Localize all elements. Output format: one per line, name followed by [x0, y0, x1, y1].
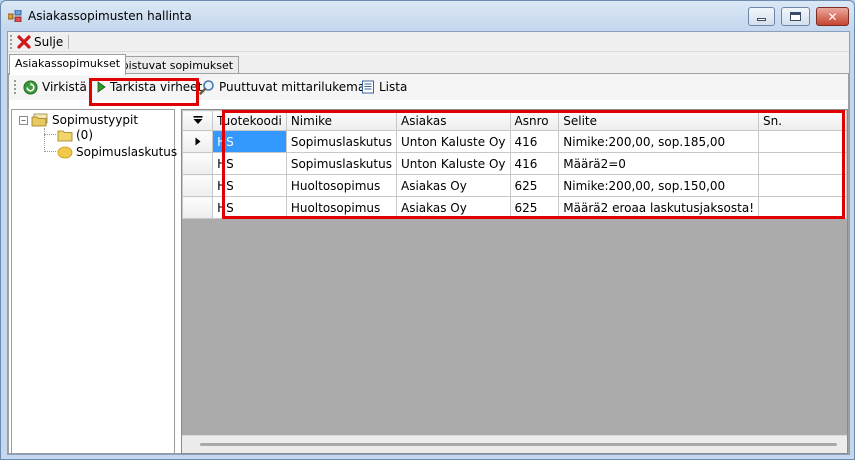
- horizontal-scrollbar[interactable]: [182, 435, 847, 453]
- tree-node-label: Sopimustyypit: [52, 113, 139, 127]
- window-close-button[interactable]: ✕: [816, 7, 849, 26]
- refresh-label: Virkistä: [42, 80, 87, 94]
- row-header[interactable]: [182, 196, 214, 219]
- tree-line: [44, 134, 56, 135]
- toolbar-separator: [68, 35, 69, 49]
- contract-type-tree[interactable]: − Sopimustyypit (0) Sopimuslaskutus (2): [11, 109, 198, 454]
- maximize-button[interactable]: [781, 7, 810, 26]
- close-icon: ✕: [827, 9, 838, 24]
- folder-stack-icon: [31, 113, 48, 127]
- toolbar-grip[interactable]: [14, 80, 17, 94]
- tree-node-empty[interactable]: (0): [57, 128, 93, 142]
- row-header[interactable]: [182, 174, 214, 197]
- current-row-arrow-icon: [195, 137, 201, 145]
- row-header[interactable]: [182, 130, 214, 153]
- close-button[interactable]: Sulje: [15, 33, 65, 51]
- red-x-icon: [17, 35, 31, 49]
- refresh-button[interactable]: Virkistä: [23, 78, 87, 96]
- tree-node-sopimuslaskutus[interactable]: Sopimuslaskutus (2): [57, 145, 198, 159]
- window-title: Asiakassopimusten hallinta: [28, 9, 192, 23]
- close-button-label: Sulje: [34, 35, 64, 49]
- refresh-icon: [23, 79, 38, 95]
- collapse-icon[interactable]: −: [19, 115, 28, 125]
- folder-icon: [57, 130, 73, 141]
- tab-page: Virkistä Tarkista virheet Puuttuvat mitt…: [8, 73, 849, 454]
- grid-corner-cell[interactable]: [182, 110, 214, 131]
- magnifier-icon: [199, 80, 214, 95]
- highlight-grid-rows: [222, 110, 845, 219]
- maximize-icon: [790, 12, 801, 21]
- filter-down-icon: [193, 115, 203, 124]
- missing-readings-button[interactable]: Puuttuvat mittarilukemat: [199, 78, 370, 96]
- minimize-icon: [757, 18, 766, 21]
- toolbar-grip[interactable]: [10, 35, 13, 49]
- coin-icon: [57, 146, 73, 158]
- list-button[interactable]: Lista: [361, 78, 407, 96]
- client-area: Sulje Asiakassopimukset Toistuvat sopimu…: [7, 31, 850, 455]
- minimize-button[interactable]: [748, 7, 775, 26]
- list-icon: [362, 80, 374, 94]
- title-bar: Asiakassopimusten hallinta ✕: [1, 1, 854, 31]
- tree-node-label: Sopimuslaskutus (2): [76, 145, 198, 159]
- tree-line: [44, 128, 45, 152]
- app-window: Asiakassopimusten hallinta ✕ Sulje Asiak…: [0, 0, 855, 460]
- scrollbar-thumb[interactable]: [200, 443, 837, 446]
- tab-toistuvat-sopimukset[interactable]: Toistuvat sopimukset: [111, 56, 240, 74]
- main-toolbar: Sulje: [8, 32, 849, 52]
- tree-node-label: (0): [76, 128, 93, 142]
- tab-asiakassopimukset[interactable]: Asiakassopimukset: [9, 54, 127, 75]
- highlight-check-errors: [89, 78, 199, 106]
- tree-line: [44, 151, 56, 152]
- app-icon: [8, 10, 22, 22]
- list-label: Lista: [379, 80, 408, 94]
- tree-node-sopimustyypit[interactable]: − Sopimustyypit: [19, 113, 138, 127]
- tab-strip: Asiakassopimukset Toistuvat sopimukset: [8, 54, 849, 75]
- row-header[interactable]: [182, 152, 214, 175]
- missing-readings-label: Puuttuvat mittarilukemat: [219, 80, 370, 94]
